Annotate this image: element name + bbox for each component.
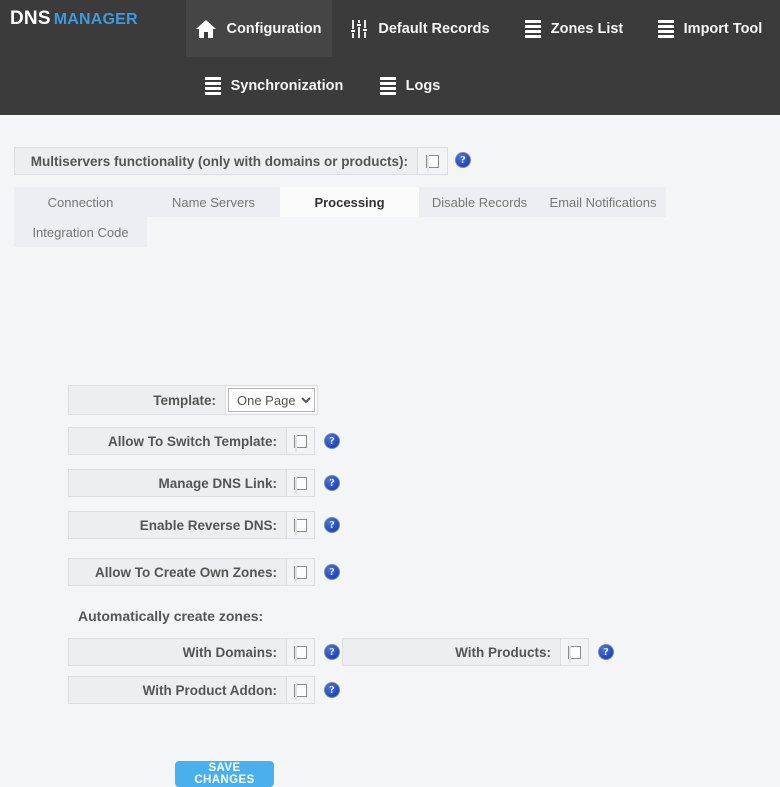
nav-item-logs[interactable]: Logs	[362, 57, 458, 115]
form-row-template: Template: One Page	[68, 385, 318, 415]
form-row-allow-create-own-zones: Allow To Create Own Zones: ?	[68, 558, 340, 586]
form-row-with-domains: With Domains: ?	[68, 638, 340, 666]
allow-create-own-zones-label: Allow To Create Own Zones:	[94, 564, 277, 580]
nav-item-synchronization-label: Synchronization	[230, 78, 344, 94]
allow-switch-template-label: Allow To Switch Template:	[107, 433, 277, 449]
home-icon	[196, 19, 217, 38]
form-row-manage-dns-link: Manage DNS Link: ?	[68, 469, 340, 497]
allow-switch-template-checkbox[interactable]	[294, 434, 307, 452]
manage-dns-link-help-icon[interactable]: ?	[324, 475, 340, 491]
auto-create-zones-heading: Automatically create zones:	[78, 608, 264, 624]
tab-integration-code[interactable]: Integration Code	[14, 217, 147, 247]
with-products-label: With Products:	[455, 644, 551, 660]
server-icon	[379, 77, 396, 95]
multiservers-row: Multiservers functionality (only with do…	[14, 147, 448, 175]
settings-tabs-row-2: Integration Code	[14, 217, 666, 247]
manage-dns-link-checkbox[interactable]	[294, 476, 307, 494]
allow-switch-template-help-icon[interactable]: ?	[324, 433, 340, 449]
manage-dns-link-label: Manage DNS Link:	[158, 475, 277, 491]
tab-name-servers[interactable]: Name Servers	[147, 187, 280, 217]
with-product-addon-checkbox[interactable]	[294, 683, 307, 701]
nav-item-import-tool[interactable]: Import Tool	[640, 0, 780, 57]
with-products-checkbox[interactable]	[568, 645, 581, 663]
with-products-checkbox-cell[interactable]	[560, 639, 588, 665]
main-content: Multiservers functionality (only with do…	[0, 115, 780, 787]
enable-reverse-dns-help-icon[interactable]: ?	[324, 517, 340, 533]
nav-item-configuration-label: Configuration	[226, 20, 322, 37]
server-icon	[204, 77, 221, 95]
allow-create-own-zones-help-icon[interactable]: ?	[324, 564, 340, 580]
allow-switch-template-checkbox-cell[interactable]	[286, 428, 314, 454]
nav-item-default-records-label: Default Records	[378, 20, 490, 37]
multiservers-checkbox-cell[interactable]	[417, 148, 447, 174]
multiservers-label: Multiservers functionality (only with do…	[30, 153, 408, 169]
tab-connection[interactable]: Connection	[14, 187, 147, 217]
nav-item-configuration[interactable]: Configuration	[186, 0, 332, 57]
allow-create-own-zones-checkbox-cell[interactable]	[286, 559, 314, 585]
manage-dns-link-checkbox-cell[interactable]	[286, 470, 314, 496]
with-domains-help-icon[interactable]: ?	[324, 644, 340, 660]
form-row-enable-reverse-dns: Enable Reverse DNS: ?	[68, 511, 340, 539]
settings-tabs-row-1: Connection Name Servers Processing Disab…	[14, 187, 666, 217]
enable-reverse-dns-label: Enable Reverse DNS:	[139, 517, 277, 533]
nav-item-synchronization[interactable]: Synchronization	[186, 57, 362, 115]
nav-item-zones-list-label: Zones List	[550, 20, 624, 37]
form-row-with-products: With Products: ?	[342, 638, 614, 666]
enable-reverse-dns-checkbox[interactable]	[294, 518, 307, 536]
with-domains-checkbox-cell[interactable]	[286, 639, 314, 665]
nav-row-primary: Configuration Default Records Zones List…	[0, 0, 780, 57]
with-domains-label: With Domains:	[182, 644, 277, 660]
template-label: Template:	[153, 392, 216, 408]
tab-processing[interactable]: Processing	[280, 187, 419, 217]
server-icon	[657, 19, 674, 38]
template-select[interactable]: One Page	[228, 388, 315, 412]
multiservers-checkbox[interactable]	[426, 154, 439, 172]
with-product-addon-label: With Product Addon:	[142, 682, 277, 698]
nav-row-secondary: Synchronization Logs	[0, 57, 780, 115]
save-changes-button[interactable]: SAVE CHANGES	[175, 761, 274, 787]
top-navigation-bar: DNS MANAGER Configuration Default Records…	[0, 0, 780, 115]
multiservers-help-icon[interactable]: ?	[455, 152, 471, 168]
with-products-help-icon[interactable]: ?	[598, 644, 614, 660]
with-product-addon-checkbox-cell[interactable]	[286, 677, 314, 703]
with-domains-checkbox[interactable]	[294, 645, 307, 663]
with-product-addon-help-icon[interactable]: ?	[324, 682, 340, 698]
allow-create-own-zones-checkbox[interactable]	[294, 565, 307, 583]
sliders-icon	[350, 19, 369, 38]
server-icon	[524, 19, 541, 38]
tab-disable-records[interactable]: Disable Records	[419, 187, 540, 217]
template-select-cell[interactable]: One Page	[225, 386, 317, 414]
nav-item-default-records[interactable]: Default Records	[332, 0, 508, 57]
enable-reverse-dns-checkbox-cell[interactable]	[286, 512, 314, 538]
nav-item-logs-label: Logs	[405, 78, 441, 94]
nav-item-import-tool-label: Import Tool	[683, 20, 763, 37]
tab-email-notifications[interactable]: Email Notifications	[540, 187, 666, 217]
settings-tabs: Connection Name Servers Processing Disab…	[14, 187, 666, 247]
form-row-allow-switch-template: Allow To Switch Template: ?	[68, 427, 340, 455]
nav-item-zones-list[interactable]: Zones List	[508, 0, 640, 57]
